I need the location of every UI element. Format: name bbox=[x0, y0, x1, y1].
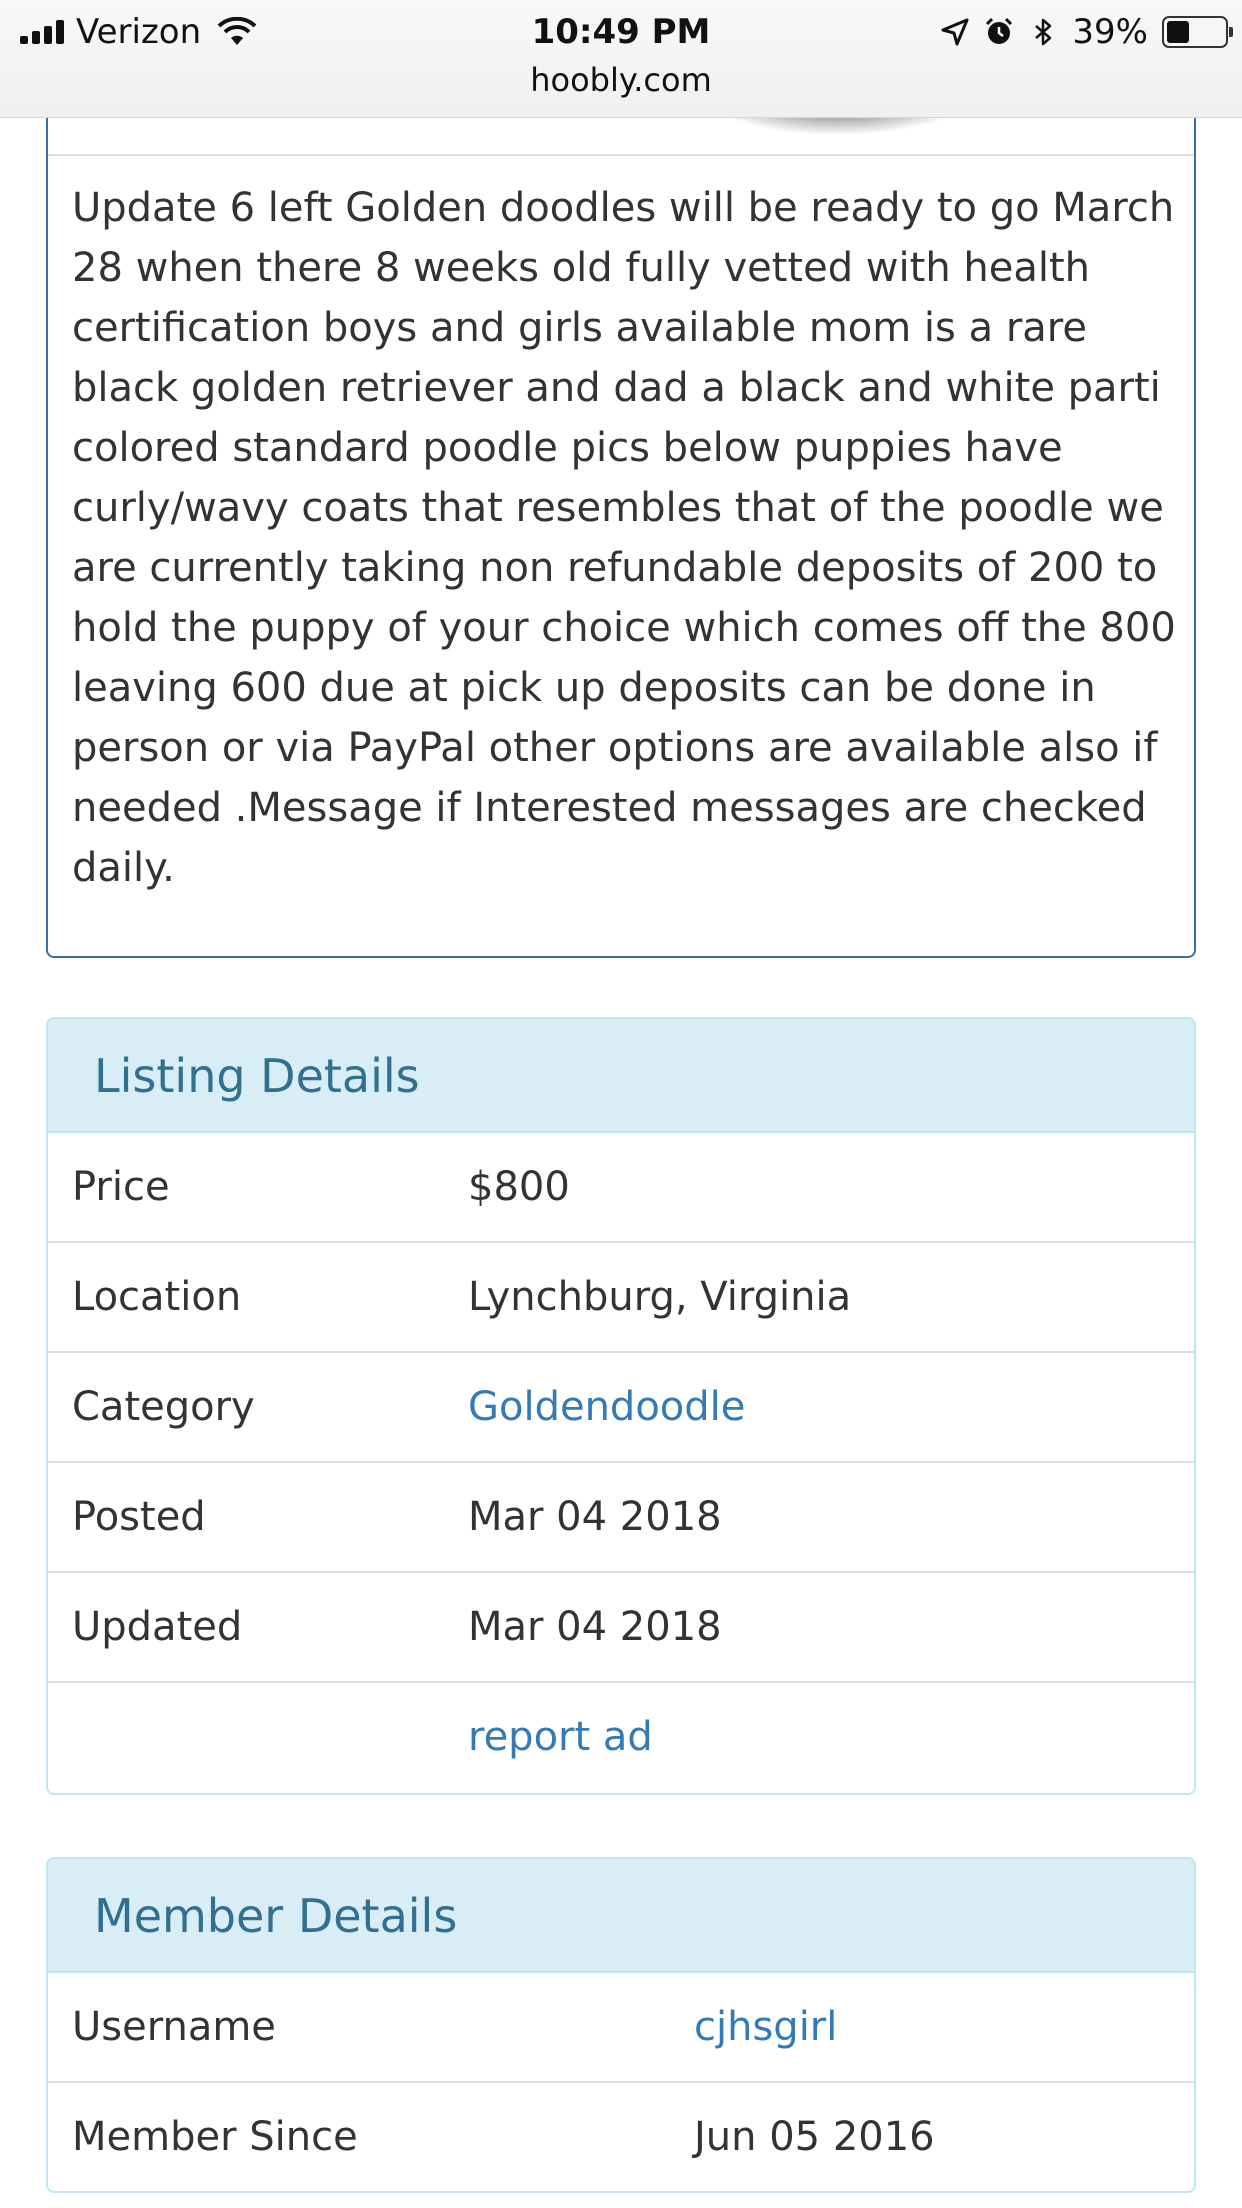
description-divider bbox=[48, 154, 1194, 156]
carrier-name: Verizon bbox=[76, 12, 202, 52]
price-label: Price bbox=[72, 1164, 170, 1210]
username-row: Username cjhsgirl bbox=[48, 1973, 1194, 2083]
cellular-signal-icon bbox=[20, 20, 64, 44]
posted-row: Posted Mar 04 2018 bbox=[48, 1463, 1194, 1573]
listing-details-panel: Listing Details Price $800 Location Lync… bbox=[46, 1017, 1196, 1795]
bluetooth-icon bbox=[1035, 18, 1052, 46]
listing-description: Update 6 left Golden doodles will be rea… bbox=[72, 185, 1176, 891]
battery-level-fill bbox=[1167, 21, 1189, 43]
listing-details-title: Listing Details bbox=[48, 1019, 1194, 1133]
description-panel: Update 6 left Golden doodles will be rea… bbox=[46, 90, 1196, 958]
status-row: Verizon 10:49 PM 39% bbox=[0, 8, 1242, 56]
member-since-label: Member Since bbox=[72, 2114, 358, 2160]
battery-icon bbox=[1162, 16, 1233, 48]
username-link[interactable]: cjhsgirl bbox=[694, 1973, 837, 2081]
location-label: Location bbox=[72, 1274, 242, 1320]
status-right: 39% bbox=[940, 8, 1233, 56]
report-ad-link[interactable]: report ad bbox=[468, 1683, 653, 1791]
url-address-bar[interactable]: hoobly.com bbox=[0, 58, 1242, 102]
status-left: Verizon bbox=[20, 8, 257, 56]
battery-percentage: 39% bbox=[1072, 12, 1148, 52]
member-details-title: Member Details bbox=[48, 1859, 1194, 1973]
status-bar: Verizon 10:49 PM 39% hoobly.com bbox=[0, 0, 1242, 118]
price-value: $800 bbox=[468, 1164, 570, 1210]
updated-row: Updated Mar 04 2018 bbox=[48, 1573, 1194, 1683]
price-row: Price $800 bbox=[48, 1133, 1194, 1243]
location-arrow-icon bbox=[941, 18, 969, 46]
report-row: report ad bbox=[48, 1683, 1194, 1793]
category-label: Category bbox=[72, 1384, 255, 1430]
updated-value: Mar 04 2018 bbox=[468, 1604, 722, 1650]
member-details-panel: Member Details Username cjhsgirl Member … bbox=[46, 1857, 1196, 2193]
category-link[interactable]: Goldendoodle bbox=[468, 1353, 745, 1461]
member-since-value: Jun 05 2016 bbox=[694, 2114, 935, 2160]
location-row: Location Lynchburg, Virginia bbox=[48, 1243, 1194, 1353]
username-label: Username bbox=[72, 2004, 276, 2050]
member-since-row: Member Since Jun 05 2016 bbox=[48, 2083, 1194, 2191]
posted-value: Mar 04 2018 bbox=[468, 1494, 722, 1540]
updated-label: Updated bbox=[72, 1604, 243, 1650]
category-row: Category Goldendoodle bbox=[48, 1353, 1194, 1463]
location-value: Lynchburg, Virginia bbox=[468, 1274, 852, 1320]
wifi-icon bbox=[217, 17, 257, 45]
posted-label: Posted bbox=[72, 1494, 206, 1540]
alarm-icon bbox=[986, 17, 1013, 44]
